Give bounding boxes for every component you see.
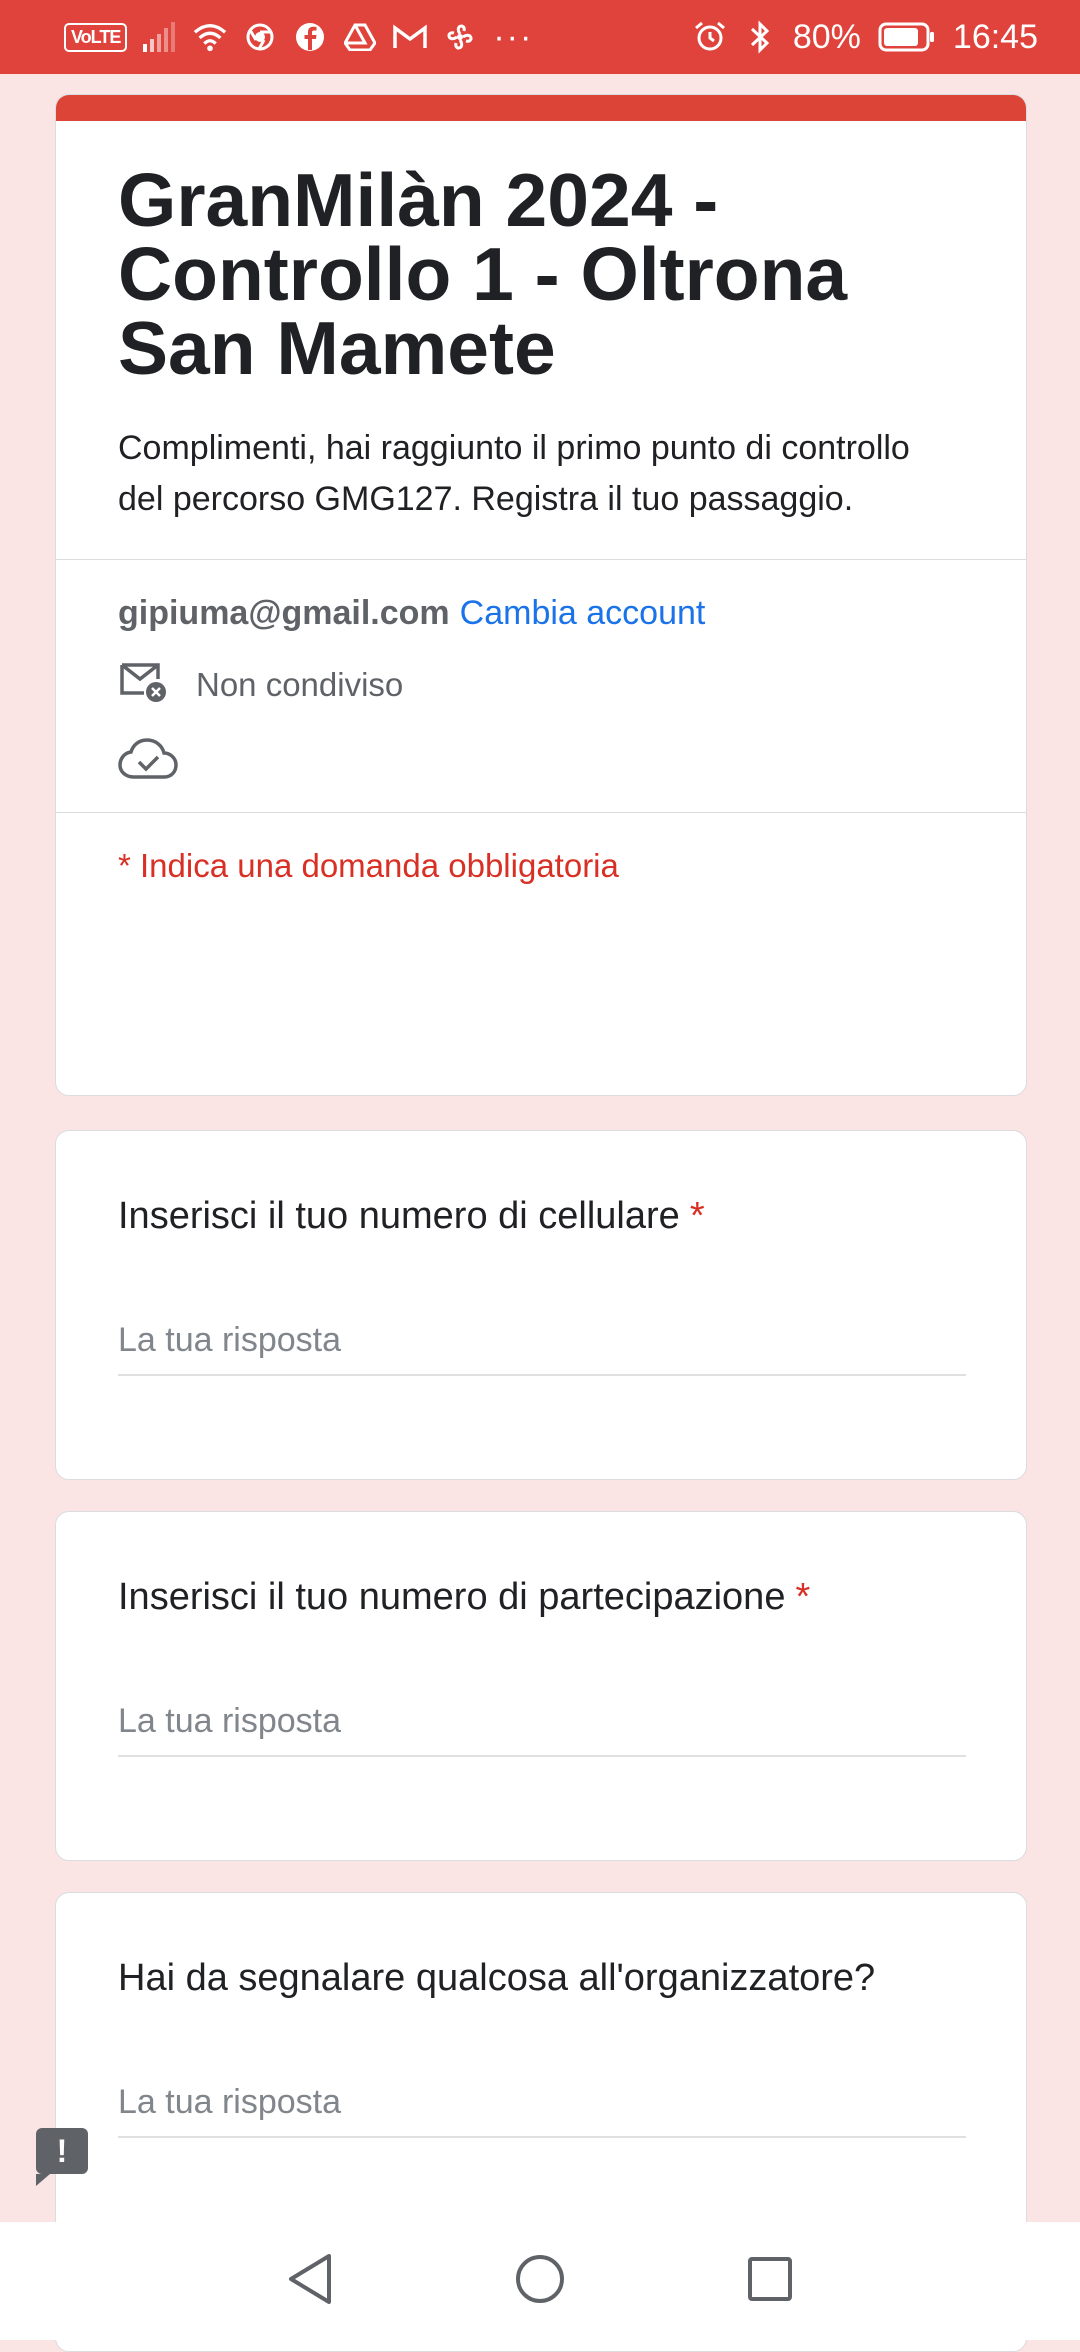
cloud-check-icon bbox=[118, 737, 178, 786]
chrome-icon bbox=[243, 20, 277, 54]
mail-not-shared-icon bbox=[118, 659, 170, 710]
recents-square-icon bbox=[747, 2256, 793, 2307]
battery-percent: 80% bbox=[792, 17, 861, 56]
form-accent-bar bbox=[56, 95, 1026, 121]
question-text: Inserisci il tuo numero di partecipazion… bbox=[118, 1576, 786, 1618]
question-label-participation: Inserisci il tuo numero di partecipazion… bbox=[118, 1576, 810, 1619]
participation-number-input[interactable] bbox=[118, 1702, 966, 1757]
system-navigation-bar bbox=[0, 2222, 1080, 2340]
back-button[interactable] bbox=[270, 2241, 350, 2321]
drive-icon bbox=[343, 20, 377, 54]
phone-number-input[interactable] bbox=[118, 1321, 966, 1376]
required-asterisk: * bbox=[795, 1576, 811, 1618]
wifi-icon bbox=[193, 20, 227, 54]
question-text: Inserisci il tuo numero di cellulare bbox=[118, 1195, 680, 1237]
sharing-status-text: Non condiviso bbox=[196, 665, 404, 703]
question-label-notes: Hai da segnalare qualcosa all'organizzat… bbox=[118, 1957, 875, 2000]
change-account-link[interactable]: Cambia account bbox=[460, 594, 706, 633]
gmail-icon bbox=[393, 20, 428, 54]
question-label-phone: Inserisci il tuo numero di cellulare * bbox=[118, 1195, 705, 1238]
form-header-card: GranMilàn 2024 - Controllo 1 - Oltrona S… bbox=[55, 94, 1027, 1096]
account-row: gipiuma@gmail.com Cambia account bbox=[118, 594, 964, 633]
alarm-icon bbox=[693, 20, 727, 54]
status-bar: VoLTE ··· 80% 16:45 bbox=[0, 0, 1080, 74]
clock: 16:45 bbox=[952, 17, 1038, 56]
account-email: gipiuma@gmail.com bbox=[118, 594, 450, 632]
status-bar-left: VoLTE ··· bbox=[64, 18, 533, 57]
question-text: Hai da segnalare qualcosa all'organizzat… bbox=[118, 1957, 876, 1999]
bluetooth-icon bbox=[743, 20, 777, 54]
divider bbox=[56, 559, 1026, 560]
signal-icon bbox=[143, 20, 177, 54]
fan-icon bbox=[443, 20, 477, 54]
form-description: Complimenti, hai raggiunto il primo punt… bbox=[118, 429, 910, 518]
question-card-phone: Inserisci il tuo numero di cellulare * bbox=[55, 1130, 1027, 1480]
home-circle-icon bbox=[514, 2253, 566, 2310]
divider bbox=[56, 812, 1026, 813]
volte-indicator: VoLTE bbox=[64, 22, 128, 52]
question-card-participation: Inserisci il tuo numero di partecipazion… bbox=[55, 1511, 1027, 1861]
sharing-status-row: Non condiviso bbox=[118, 659, 964, 710]
required-question-note: * Indica una domanda obbligatoria bbox=[118, 847, 619, 884]
status-bar-right: 80% 16:45 bbox=[693, 18, 1038, 57]
draft-saved-row bbox=[118, 736, 964, 786]
battery-icon bbox=[877, 20, 937, 54]
notes-input[interactable] bbox=[118, 2083, 966, 2138]
exclamation-icon: ! bbox=[56, 2132, 68, 2169]
back-triangle-icon bbox=[285, 2252, 335, 2311]
facebook-icon bbox=[293, 20, 327, 54]
report-feedback-button[interactable]: ! bbox=[36, 2128, 88, 2186]
recents-button[interactable] bbox=[730, 2241, 810, 2321]
home-button[interactable] bbox=[500, 2241, 580, 2321]
required-asterisk: * bbox=[689, 1195, 705, 1237]
form-title: GranMilàn 2024 - Controllo 1 - Oltrona S… bbox=[118, 158, 848, 390]
more-notifications-indicator: ··· bbox=[493, 17, 534, 56]
